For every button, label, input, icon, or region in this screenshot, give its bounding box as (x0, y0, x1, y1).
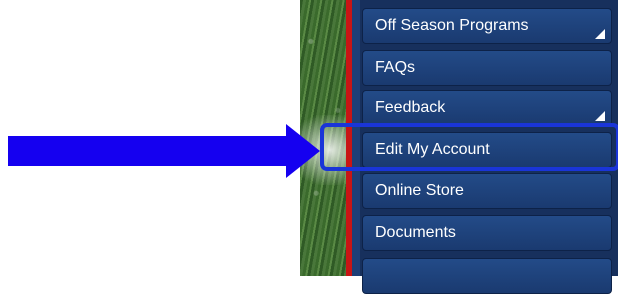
menu-item-documents[interactable]: Documents (362, 215, 612, 251)
pointer-arrow-icon (286, 124, 320, 178)
menu-item-partial[interactable] (362, 258, 612, 294)
menu-item-online-store[interactable]: Online Store (362, 173, 612, 209)
menu-item-faqs[interactable]: FAQs (362, 50, 612, 86)
menu-item-label: FAQs (375, 59, 416, 76)
menu-item-label: Feedback (375, 99, 446, 116)
pointer-arrow-shaft (8, 136, 290, 166)
menu-item-label: Documents (375, 224, 456, 241)
submenu-arrow-icon (595, 111, 605, 121)
menu-item-feedback[interactable]: Feedback (362, 90, 612, 126)
menu-item-off-season-programs[interactable]: Off Season Programs (362, 8, 612, 44)
menu-item-label: Online Store (375, 182, 464, 199)
menu-item-label: Off Season Programs (375, 17, 529, 34)
highlight-box (320, 123, 618, 171)
submenu-arrow-icon (595, 29, 605, 39)
